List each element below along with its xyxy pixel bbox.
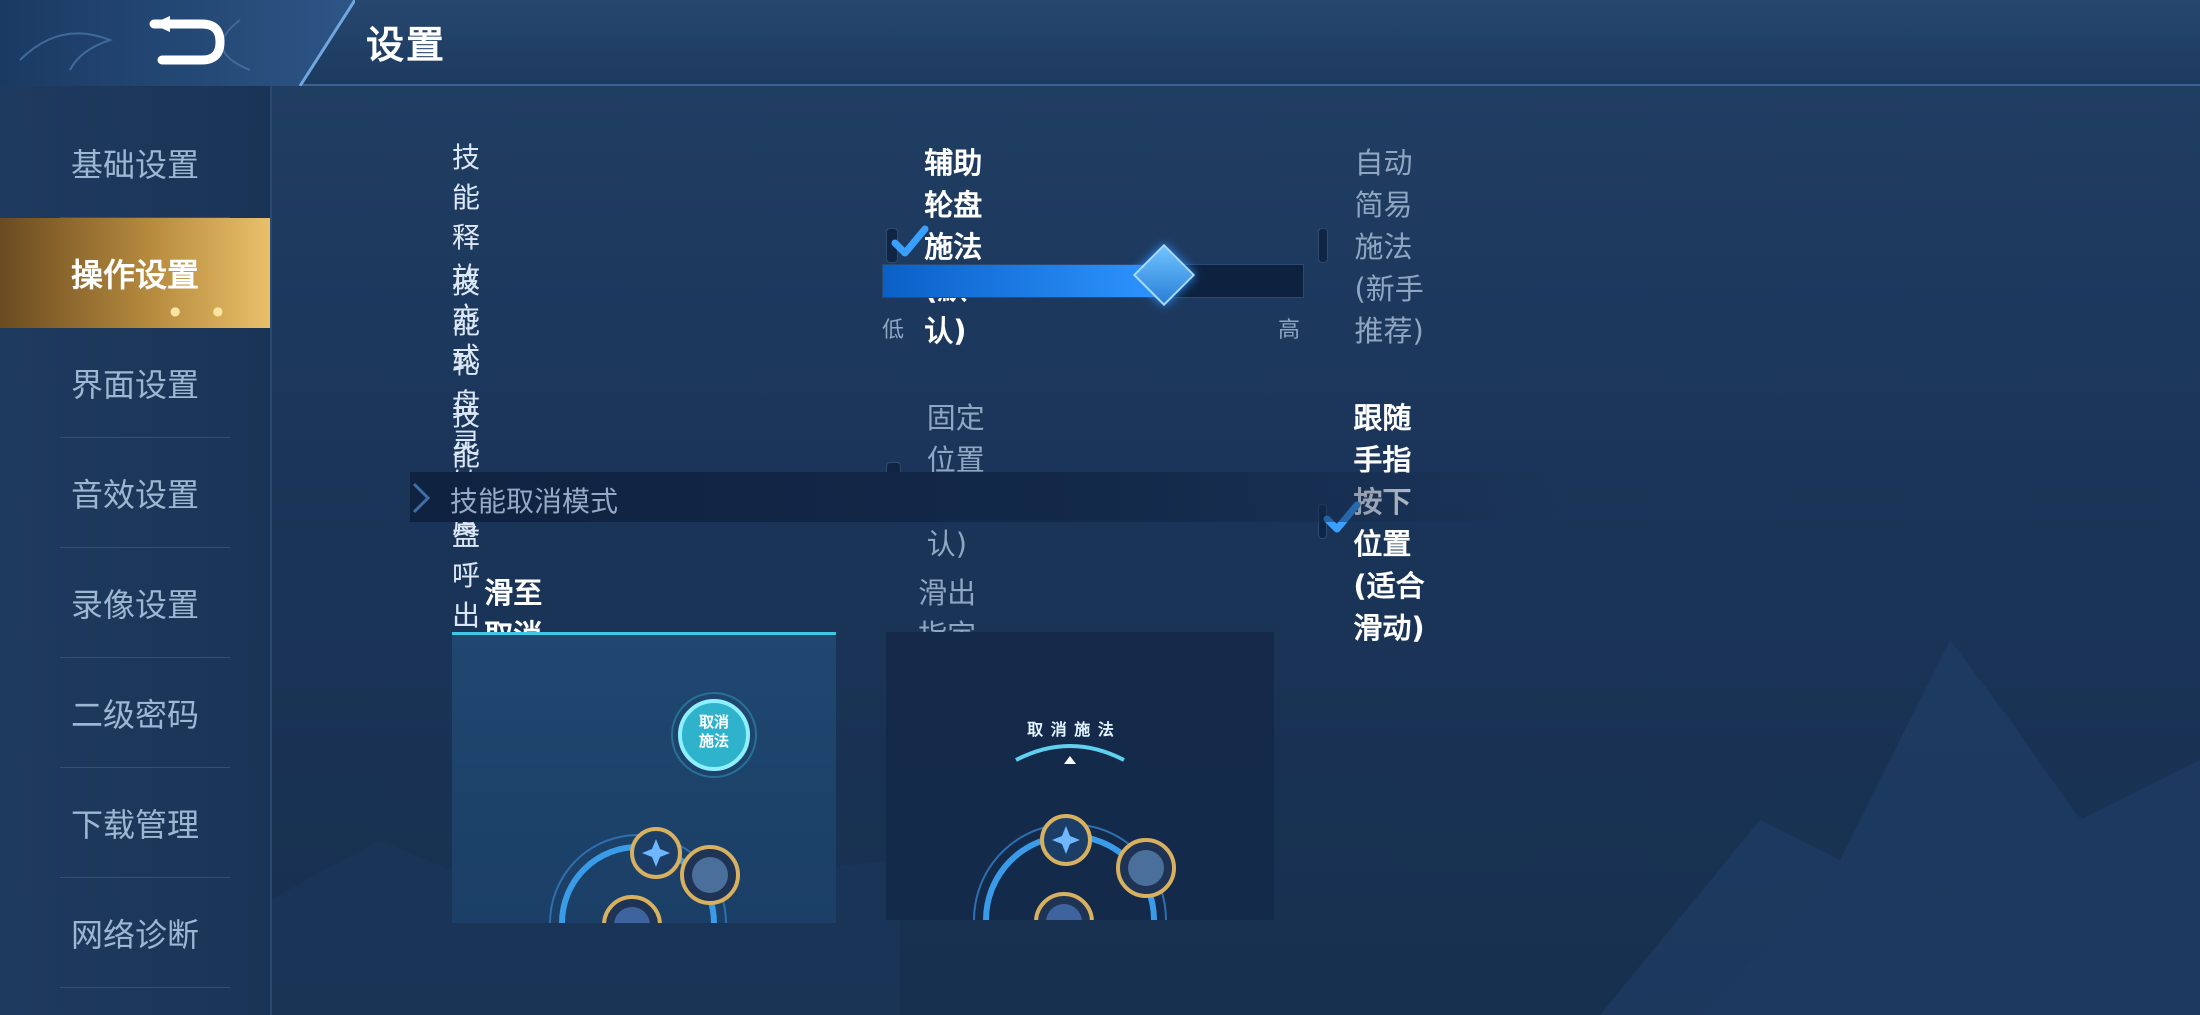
divider bbox=[60, 987, 230, 988]
sidebar-item-label: 操作设置 bbox=[70, 256, 199, 294]
slider-fill bbox=[883, 265, 1165, 297]
slider-low-label: 低 bbox=[882, 318, 905, 343]
cast-mode-option-auto[interactable]: 自动简易施法(新手推荐) bbox=[1318, 140, 1424, 350]
chevron-right-icon bbox=[412, 482, 431, 514]
preview-arc-text: 取 消 施 法 bbox=[1027, 720, 1115, 739]
sidebar-item-downloads[interactable]: 下载管理 bbox=[0, 768, 270, 878]
sidebar-item-label: 录像设置 bbox=[70, 586, 199, 624]
checkbox[interactable] bbox=[886, 225, 929, 263]
cancel-mode-section-header: 技能取消模式 bbox=[410, 472, 1570, 522]
sidebar-item-network[interactable]: 网络诊断 bbox=[0, 878, 270, 988]
active-dots-decoration: ● ● bbox=[170, 304, 238, 318]
sidebar-item-replay[interactable]: 录像设置 bbox=[0, 548, 270, 658]
preview-illustration bbox=[549, 692, 757, 923]
sidebar-item-password[interactable]: 二级密码 bbox=[0, 658, 270, 768]
sidebar-item-label: 二级密码 bbox=[70, 696, 199, 734]
checkbox[interactable] bbox=[1318, 227, 1329, 263]
sidebar-item-label: 界面设置 bbox=[70, 366, 199, 404]
sensitivity-slider[interactable] bbox=[882, 243, 1304, 307]
preview-cancel-line1: 取消 bbox=[698, 713, 729, 731]
preview-illustration bbox=[973, 744, 1176, 920]
slider-high-label: 高 bbox=[1278, 318, 1301, 343]
sidebar-item-sound[interactable]: 音效设置 bbox=[0, 438, 270, 548]
sidebar-item-label: 基础设置 bbox=[70, 146, 199, 184]
sidebar: 基础设置 操作设置 ● ● 界面设置 音效设置 录像设置 二级密码 下载管理 网… bbox=[0, 86, 272, 1015]
sidebar-item-label: 音效设置 bbox=[70, 476, 199, 514]
cancel-preview-distance-mode[interactable]: 取 消 施 法 bbox=[886, 632, 1274, 920]
sidebar-item-label: 网络诊断 bbox=[70, 916, 199, 954]
back-button[interactable] bbox=[148, 14, 228, 70]
preview-cancel-line2: 施法 bbox=[698, 732, 729, 750]
sidebar-item-basic[interactable]: 基础设置 bbox=[0, 108, 270, 218]
sidebar-item-label: 下载管理 bbox=[70, 806, 199, 844]
checkmark-icon bbox=[891, 225, 929, 256]
option-label: 辅助轮盘施法(默认) bbox=[924, 146, 983, 348]
option-label: 自动简易施法(新手推荐) bbox=[1354, 146, 1424, 348]
back-arrow-icon bbox=[149, 16, 225, 65]
preview-cancel-button: 取消 施法 bbox=[680, 713, 748, 751]
section-title: 技能取消模式 bbox=[450, 485, 619, 518]
sidebar-item-controls[interactable]: 操作设置 ● ● bbox=[0, 218, 270, 328]
top-header: 设置 bbox=[0, 0, 2200, 86]
sidebar-item-interface[interactable]: 界面设置 bbox=[0, 328, 270, 438]
cancel-preview-button-mode[interactable]: 取消 施法 bbox=[452, 632, 836, 923]
page-title: 设置 bbox=[366, 23, 447, 67]
